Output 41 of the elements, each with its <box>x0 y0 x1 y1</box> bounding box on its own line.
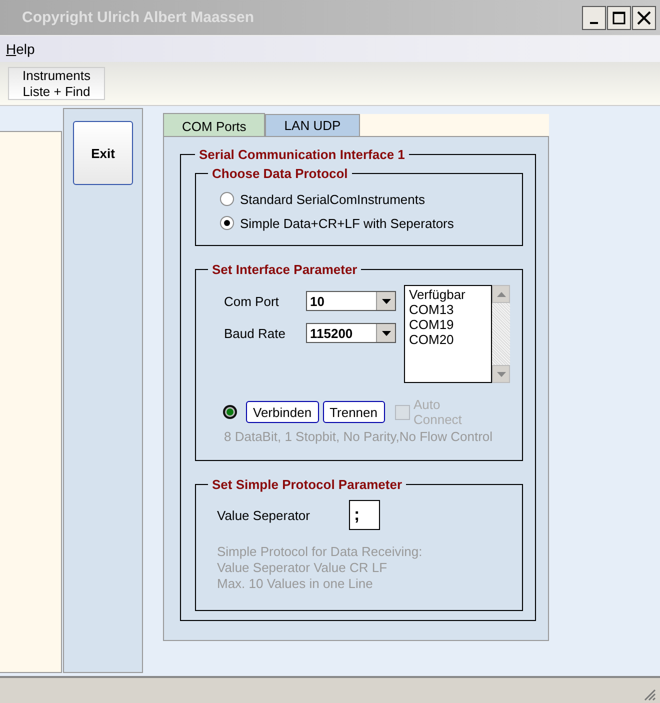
field-label: Baud Rate <box>224 326 286 340</box>
separator-input[interactable]: ; <box>349 500 380 530</box>
status-led-icon <box>222 404 238 420</box>
tab[interactable]: COM Ports <box>163 113 266 136</box>
connect-button[interactable]: Verbinden <box>246 401 319 423</box>
info-text: Simple Protocol for Data Receiving: Value Seperator Value CR LF Max. 10 Values in one Line <box>216 544 424 593</box>
resize-grip-icon <box>642 687 656 701</box>
field-label: Value Seperator <box>217 508 311 522</box>
list-item[interactable]: COM13 <box>409 302 487 317</box>
scrollbar[interactable] <box>492 285 510 383</box>
checkbox-label: Auto Connect <box>414 397 463 427</box>
disconnect-button[interactable]: Trennen <box>322 401 384 423</box>
minimize-button[interactable] <box>582 6 606 30</box>
close-button[interactable] <box>632 6 656 30</box>
group-title: Set Simple Protocol Parameter <box>211 477 404 492</box>
close-icon <box>637 10 651 24</box>
com-port-dropdown[interactable]: 10 <box>306 291 396 311</box>
caret-icon <box>382 330 390 336</box>
group-title: Serial Communication Interface 1 <box>198 147 406 162</box>
radio-label[interactable]: Standard SerialComInstruments <box>240 192 425 206</box>
instruments-button[interactable]: Instruments Liste + Find <box>8 67 105 100</box>
tab[interactable]: LAN UDP <box>265 114 360 136</box>
list-item[interactable]: COM20 <box>409 332 487 347</box>
minimize-icon <box>590 22 598 24</box>
maximize-icon <box>612 10 626 24</box>
scroll-down-icon <box>496 372 506 376</box>
radio-label[interactable]: Simple Data+CR+LF with Seperators <box>240 216 454 230</box>
list-item[interactable]: COM19 <box>409 317 487 332</box>
group-title: Choose Data Protocol <box>211 166 349 181</box>
caret-icon <box>382 298 390 304</box>
baud-rate-dropdown[interactable]: 115200 <box>306 323 396 343</box>
field-label: Com Port <box>224 294 280 308</box>
list-item[interactable]: Verfügbar <box>409 287 487 302</box>
menu-item[interactable]: Help <box>6 41 35 57</box>
group-title: Set Interface Parameter <box>211 262 358 277</box>
scroll-up-icon <box>496 292 506 296</box>
maximize-button[interactable] <box>607 6 631 30</box>
info-text: 8 DataBit, 1 Stopbit, No Parity,No Flow Control <box>223 429 494 446</box>
exit-button[interactable]: Exit <box>73 121 133 185</box>
radio-button[interactable] <box>220 216 234 230</box>
radio-button[interactable] <box>220 192 234 206</box>
